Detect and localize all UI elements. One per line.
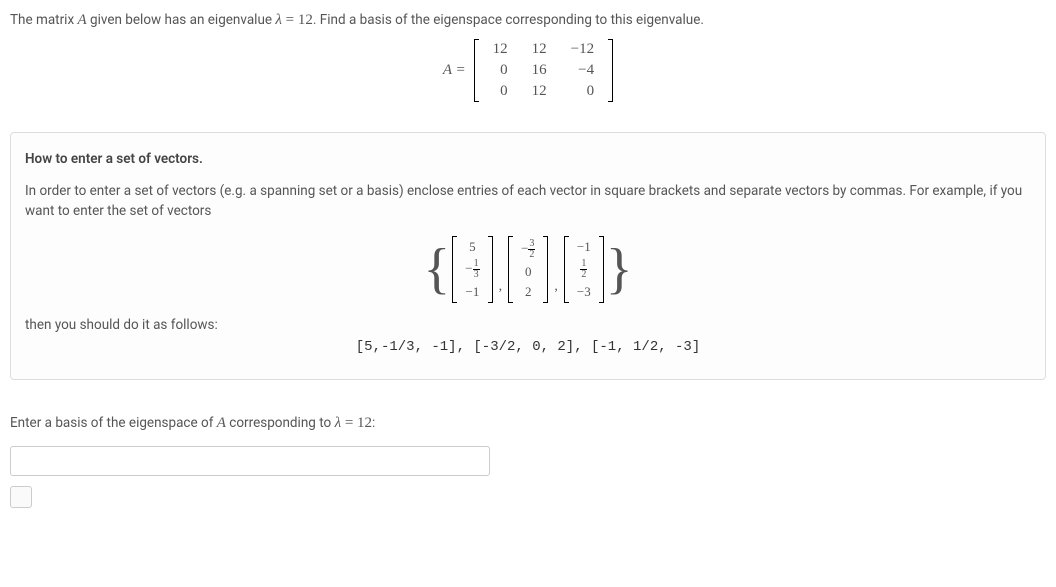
answer-label: Enter a basis of the eigenspace of A cor… (10, 415, 1046, 432)
vector-entry: −13 (461, 258, 483, 281)
matrix-display: A = 12 12 −12 0 16 −4 0 12 0 (10, 39, 1046, 102)
info-title: How to enter a set of vectors. (25, 151, 1031, 167)
vector-entry: −1 (573, 238, 595, 256)
vector-entry: −1 (461, 283, 483, 301)
matrix-cell: −4 (559, 60, 606, 81)
comma: , (499, 279, 503, 303)
vector-entry: −3 (573, 283, 595, 301)
problem-intro-mid: given below has an eigenvalue (87, 12, 276, 28)
eq-sign: = (282, 12, 298, 28)
curly-left-icon: { (423, 241, 450, 297)
vector-set-display: { 5 −13 −1 , −32 0 2 , (25, 236, 1031, 303)
bracket-right-icon (599, 236, 604, 303)
matrix-cell: −12 (559, 39, 606, 60)
matrix-cell: 0 (481, 60, 520, 81)
matrix-label: A = (443, 62, 466, 79)
bracket-left-icon (474, 39, 479, 102)
info-box: How to enter a set of vectors. In order … (10, 132, 1046, 380)
matrix-cell: 12 (520, 39, 559, 60)
problem-intro-post: . Find a basis of the eigenspace corresp… (313, 12, 704, 28)
bracket-left-icon (452, 236, 457, 303)
eq-sign: = (341, 415, 357, 431)
code-example: [5,-1/3, -1], [-3/2, 0, 2], [-1, 1/2, -3… (25, 339, 1031, 355)
problem-statement: The matrix A given below has an eigenval… (10, 12, 1046, 29)
vector-entry: 2 (517, 283, 539, 301)
matrix-cell: 12 (520, 81, 559, 102)
vector-entry: 5 (461, 238, 483, 256)
bracket-left-icon (508, 236, 513, 303)
answer-label-mid: corresponding to (226, 415, 335, 431)
bracket-left-icon (564, 236, 569, 303)
bracket-right-icon (608, 39, 613, 102)
bracket-right-icon (543, 236, 548, 303)
info-text: In order to enter a set of vectors (e.g.… (25, 181, 1031, 222)
comma: , (554, 279, 558, 303)
status-box (10, 486, 32, 508)
matrix-A-symbol: A (217, 415, 226, 431)
answer-label-pre: Enter a basis of the eigenspace of (10, 415, 217, 431)
answer-input[interactable] (10, 446, 490, 476)
answer-label-post: : (372, 415, 375, 431)
matrix-A: 12 12 −12 0 16 −4 0 12 0 (481, 39, 606, 102)
vector-2: −32 0 2 (508, 236, 548, 303)
lambda-value: 12 (357, 415, 372, 431)
bracket-right-icon (488, 236, 493, 303)
matrix-A-symbol: A (78, 12, 87, 28)
matrix-cell: 0 (559, 81, 606, 102)
vector-entry: −32 (517, 238, 539, 261)
matrix-cell: 16 (520, 60, 559, 81)
vector-entry: 12 (573, 258, 595, 281)
lambda-value: 12 (298, 12, 313, 28)
problem-intro-pre: The matrix (10, 12, 78, 28)
vector-3: −1 12 −3 (564, 236, 604, 303)
curly-right-icon: } (606, 241, 633, 297)
vector-entry: 0 (517, 263, 539, 281)
info-then: then you should do it as follows: (25, 317, 1031, 333)
vector-1: 5 −13 −1 (452, 236, 492, 303)
matrix-cell: 0 (481, 81, 520, 102)
matrix-cell: 12 (481, 39, 520, 60)
